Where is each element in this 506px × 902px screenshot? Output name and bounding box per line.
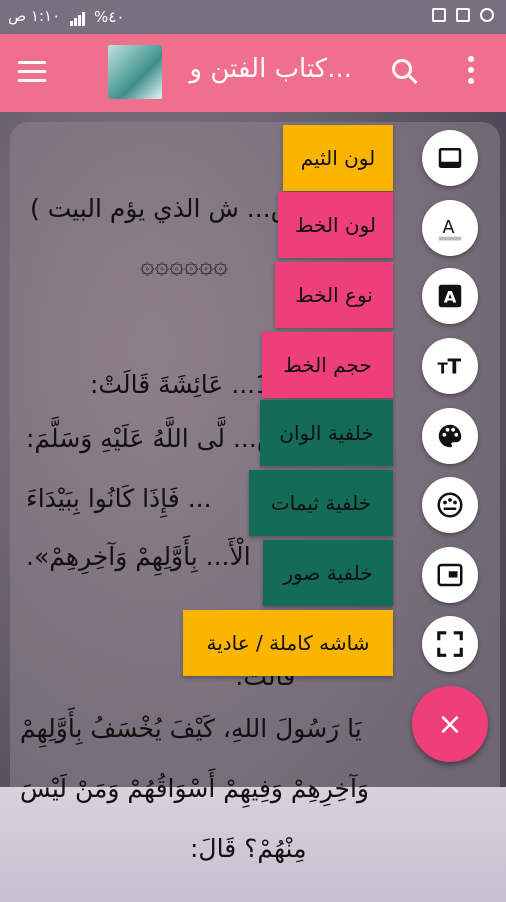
app-bar: كتاب الفتن و... [0,34,506,112]
reader-line: وَآخِرِهِمْ وَفِيهِمْ أَسْوَاقُهُمْ وَمَ… [20,774,369,803]
status-notification-icons [432,8,494,22]
reader-line: 1... عَائِشَةَ قَالَتْ: [90,370,271,399]
status-bar: %٤٠ ١:١٠ ص [0,0,506,34]
status-system-icons: %٤٠ [70,8,124,26]
gallery-icon [432,8,446,22]
more-options-icon[interactable] [468,56,474,89]
menu-label-image-background[interactable]: خلفية صور [263,540,393,606]
svg-text:A: A [444,287,457,306]
svg-text:A: A [443,218,455,238]
reader-line: يَا رَسُولَ اللهِ، كَيْفَ يُخْسَفُ بِأَو… [20,714,362,743]
reader-line: مِنْهُمْ؟ قَالَ: [190,834,307,863]
reader-line: ... فَإِذَا كَانُوا بِبَيْدَاءَ [26,484,212,513]
close-menu-button[interactable]: × [412,686,488,762]
svg-text:T: T [448,355,462,379]
hamburger-menu-icon[interactable] [18,61,46,85]
status-time: ١:١٠ ص [8,7,61,25]
menu-label-color-background[interactable]: خلفية الوان [260,400,393,466]
picture-icon[interactable] [422,547,478,603]
signal-icon [70,8,86,26]
notification-icon [480,8,494,22]
font-color-icon[interactable]: A [422,200,478,256]
theme-icon[interactable] [422,130,478,186]
fullscreen-icon[interactable] [422,616,478,672]
themes-icon[interactable] [422,477,478,533]
font-type-icon[interactable]: A [422,268,478,324]
page-title: كتاب الفتن و... [189,54,352,84]
menu-label-theme-background[interactable]: خلفية ثيمات [249,470,393,536]
battery-text: %٤٠ [94,8,125,26]
menu-label-font-color[interactable]: لون الخط [278,192,393,258]
app-logo [108,45,162,99]
menu-label-fullscreen[interactable]: شاشه كاملة / عادية [183,610,393,676]
close-icon: × [437,706,463,742]
reader-line: ۞۞۞۞۞۞ [140,250,228,279]
menu-label-font-size[interactable]: حجم الخط [262,332,393,398]
menu-label-theme-color[interactable]: لون الثيم [283,125,393,191]
menu-label-font-type[interactable]: نوع الخط [275,262,393,328]
palette-icon[interactable] [422,408,478,464]
text-size-icon[interactable]: TT [422,338,478,394]
reader-line: الْأَ... بِأَوَّلِهِمْ وَآخِرِهِمْ». [26,542,251,571]
sim-icon [456,8,470,22]
search-icon[interactable] [392,59,412,79]
